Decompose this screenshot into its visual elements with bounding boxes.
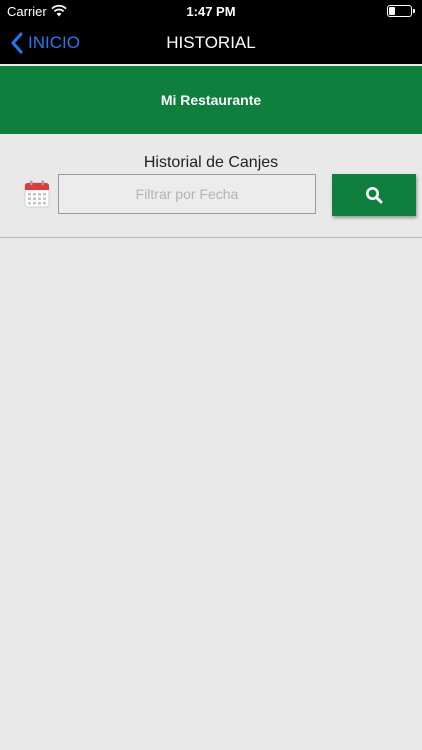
chevron-left-icon: [11, 32, 23, 54]
status-time: 1:47 PM: [186, 4, 236, 19]
top-bar: Carrier 1:47 PM INICIO HISTORIAL: [0, 0, 422, 64]
battery-icon: [387, 5, 415, 17]
restaurant-name: Mi Restaurante: [160, 92, 262, 108]
search-icon: [366, 187, 383, 204]
calendar-icon[interactable]: [24, 180, 50, 208]
back-button[interactable]: INICIO: [10, 22, 80, 64]
section-title: Historial de Canjes: [143, 154, 279, 171]
back-label: INICIO: [28, 33, 80, 52]
nav-bar: INICIO HISTORIAL: [0, 22, 422, 64]
status-bar: Carrier 1:47 PM: [0, 0, 422, 22]
screen: Carrier 1:47 PM INICIO HISTORIAL Mi Rest…: [0, 0, 422, 750]
restaurant-banner: Mi Restaurante: [0, 66, 422, 134]
search-button[interactable]: [332, 174, 416, 216]
date-filter-input[interactable]: [58, 174, 316, 214]
results-list: [0, 238, 422, 750]
